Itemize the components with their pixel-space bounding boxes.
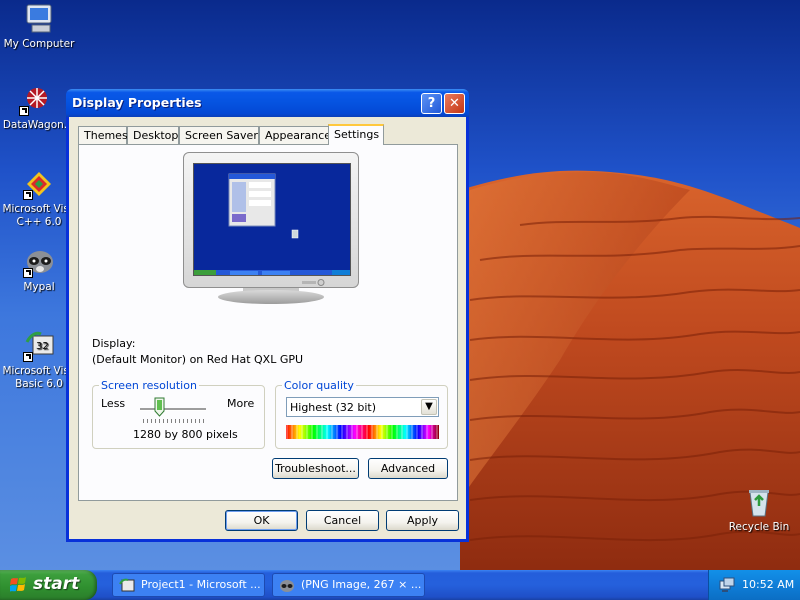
desktop-icon-datawagon[interactable]: DataWagon. [0,84,73,132]
start-label: start [33,574,80,594]
window-title: Display Properties [72,95,202,110]
my-computer-icon [23,3,55,35]
tab-label: Settings [334,128,380,141]
desktop-preview-image [194,164,350,275]
monitor-controls [302,279,325,286]
taskbar-item-label: (PNG Image, 267 × ... [301,578,422,591]
color-quality-group: Color quality Highest (32 bit) ▼ [275,379,448,449]
monitor-screen [193,163,351,276]
screen-resolution-title: Screen resolution [99,379,199,392]
shortcut-arrow-icon [23,352,33,362]
resolution-slider-thumb[interactable] [154,397,165,417]
taskbar-item-project1[interactable]: Project1 - Microsoft ... [112,573,265,597]
resolution-slider-track[interactable] [140,408,206,411]
window-body: Themes Desktop Screen Saver Appearance S… [69,117,466,539]
close-button[interactable]: ✕ [444,93,465,114]
visual-basic-icon: 32 [23,330,55,362]
resolution-slider-ticks [143,419,205,423]
cancel-button[interactable]: Cancel [306,510,379,531]
tab-label: Appearance [265,129,332,142]
tab-themes[interactable]: Themes [78,126,128,144]
windows-logo-icon [10,577,26,592]
tab-label: Themes [84,129,128,142]
screen-resolution-group: Screen resolution Less More 1280 by 800 … [92,379,265,449]
help-button[interactable]: ? [421,93,442,114]
datawagon-icon [19,84,51,116]
apply-button[interactable]: Apply [386,510,459,531]
desktop-icon-label: DataWagon. [2,119,68,131]
system-tray: 10:52 AM [708,570,800,600]
display-label: Display: [92,337,136,350]
settings-panel: Display: (Default Monitor) on Red Hat QX… [78,144,458,501]
visual-cpp-icon [23,168,55,200]
taskbar-item-label: Project1 - Microsoft ... [141,578,261,591]
ok-button[interactable]: OK [225,510,298,531]
start-button[interactable]: start [0,570,97,600]
tab-label: Desktop [133,129,179,142]
mypal-raccoon-icon [23,246,55,278]
color-quality-title: Color quality [282,379,356,392]
tab-appearance[interactable]: Appearance [259,126,332,144]
tab-desktop[interactable]: Desktop [127,126,179,144]
window-titlebar[interactable]: Display Properties ? ✕ [66,89,469,117]
color-quality-selected: Highest (32 bit) [290,401,377,414]
visual-basic-icon [119,578,135,592]
tab-settings[interactable]: Settings [328,124,384,145]
resolution-value: 1280 by 800 pixels [133,428,238,441]
monitor-bezel [183,152,359,288]
shortcut-arrow-icon [23,190,33,200]
resolution-less-label: Less [101,397,126,410]
taskbar-item-png-image[interactable]: (PNG Image, 267 × ... [272,573,425,597]
desktop-icon-recycle-bin[interactable]: Recycle Bin [721,486,797,534]
shortcut-arrow-icon [19,106,29,116]
monitor-stand [218,290,324,304]
color-spectrum-bar [286,425,439,439]
tray-network-icon[interactable] [719,577,735,593]
tab-label: Screen Saver [185,129,258,142]
tab-screen-saver[interactable]: Screen Saver [179,126,259,144]
desktop-icon-my-computer[interactable]: My Computer [1,3,77,51]
mypal-raccoon-icon [280,580,294,592]
desktop-icon-label: Recycle Bin [728,521,790,533]
monitor-preview [183,152,359,304]
close-icon: ✕ [449,96,460,111]
desktop-icon-label: My Computer [3,38,75,50]
clock[interactable]: 10:52 AM [742,578,794,591]
color-quality-select[interactable]: Highest (32 bit) ▼ [286,397,439,417]
shortcut-arrow-icon [23,268,33,278]
resolution-more-label: More [227,397,255,410]
recycle-bin-icon [743,486,775,518]
taskbar: start Project1 - Microsoft ... (PNG Imag… [0,570,800,600]
display-properties-window: Display Properties ? ✕ Themes Desktop Sc… [66,89,469,542]
help-icon: ? [427,96,436,111]
chevron-down-icon[interactable]: ▼ [421,399,437,415]
advanced-button[interactable]: Advanced [368,458,448,479]
troubleshoot-button[interactable]: Troubleshoot... [272,458,359,479]
svg-text:32: 32 [36,341,49,352]
display-value: (Default Monitor) on Red Hat QXL GPU [92,353,304,366]
